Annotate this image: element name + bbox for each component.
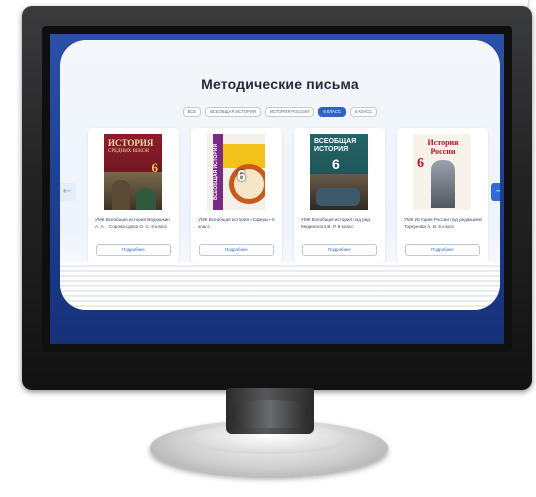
- scanline-overlay: [60, 262, 500, 310]
- cover-illustration: [310, 174, 368, 210]
- arrow-left-icon: ←: [62, 186, 72, 197]
- book-cover[interactable]: История России 6: [413, 134, 471, 210]
- card-description: УМК Всеобщая история под ред. Мединского…: [301, 217, 372, 229]
- arrow-right-icon: →: [495, 186, 500, 197]
- book-cover[interactable]: ВСЕОБЩАЯ ИСТОРИЯ 6: [207, 134, 265, 210]
- card-description: УМК Всеобщая история «Сферы» 6 класс: [198, 217, 275, 229]
- book-cover[interactable]: ВСЕОБЩАЯ ИСТОРИЯ 6: [310, 134, 368, 210]
- card-description: УМК История России под редакцией Торкуно…: [404, 217, 482, 229]
- cover-grade-number: 6: [417, 156, 424, 171]
- filter-all[interactable]: ВСЕ: [182, 107, 202, 117]
- page-title: Методические письма: [201, 76, 359, 92]
- screen: Методические письма ВСЕ ВСЕОБЩАЯ ИСТОРИЯ…: [50, 34, 504, 344]
- cover-subtitle: СРЕДНИХ ВЕКОВ: [108, 149, 150, 154]
- card-carousel: ИСТОРИЯ СРЕДНИХ ВЕКОВ 6 УМК Всеобщая ист…: [88, 128, 488, 263]
- details-button[interactable]: Подробнее: [302, 244, 377, 256]
- filter-grade-6[interactable]: 6 КЛАСС: [318, 107, 346, 117]
- monitor: Методические письма ВСЕ ВСЕОБЩАЯ ИСТОРИЯ…: [22, 6, 532, 390]
- book-card[interactable]: ВСЕОБЩАЯ ИСТОРИЯ 6 УМК Всеобщая история …: [191, 128, 282, 263]
- filter-world-history[interactable]: ВСЕОБЩАЯ ИСТОРИЯ: [205, 107, 261, 117]
- cover-grade-number: 6: [237, 168, 246, 185]
- filter-bar: ВСЕ ВСЕОБЩАЯ ИСТОРИЯ ИСТОРИЯ РОССИИ 6 КЛ…: [60, 107, 500, 117]
- screen-bezel: Методические письма ВСЕ ВСЕОБЩАЯ ИСТОРИЯ…: [42, 26, 512, 352]
- cover-title: ИСТОРИЯ: [108, 138, 154, 148]
- filter-grade-5[interactable]: 5 КЛАСС: [349, 107, 378, 117]
- cover-illustration: [229, 164, 265, 204]
- book-cover[interactable]: ИСТОРИЯ СРЕДНИХ ВЕКОВ 6: [104, 134, 162, 210]
- cover-title: ВСЕОБЩАЯ ИСТОРИЯ: [314, 138, 357, 153]
- content-panel: Методические письма ВСЕ ВСЕОБЩАЯ ИСТОРИЯ…: [60, 40, 500, 310]
- carousel-next-button[interactable]: →: [491, 183, 500, 201]
- filter-russian-history[interactable]: ИСТОРИЯ РОССИИ: [264, 107, 315, 117]
- details-button[interactable]: Подробнее: [199, 244, 274, 256]
- cover-illustration: [104, 172, 162, 210]
- monitor-stand-neck-front: [232, 400, 308, 428]
- carousel-prev-button[interactable]: ←: [60, 183, 76, 201]
- cover-illustration: [431, 160, 455, 208]
- book-card[interactable]: ВСЕОБЩАЯ ИСТОРИЯ 6 УМК Всеобщая история …: [294, 128, 385, 263]
- book-card[interactable]: История России 6 УМК История России под …: [397, 128, 488, 263]
- book-card[interactable]: ИСТОРИЯ СРЕДНИХ ВЕКОВ 6 УМК Всеобщая ист…: [88, 128, 179, 263]
- cover-grade-number: 6: [332, 156, 340, 172]
- details-button[interactable]: Подробнее: [405, 244, 480, 256]
- details-button[interactable]: Подробнее: [96, 244, 171, 256]
- cover-title: ВСЕОБЩАЯ ИСТОРИЯ: [213, 144, 219, 200]
- cover-title: История России: [427, 138, 459, 156]
- card-description: УМК Всеобщая история Ведюшкин А. А. · Со…: [95, 217, 170, 229]
